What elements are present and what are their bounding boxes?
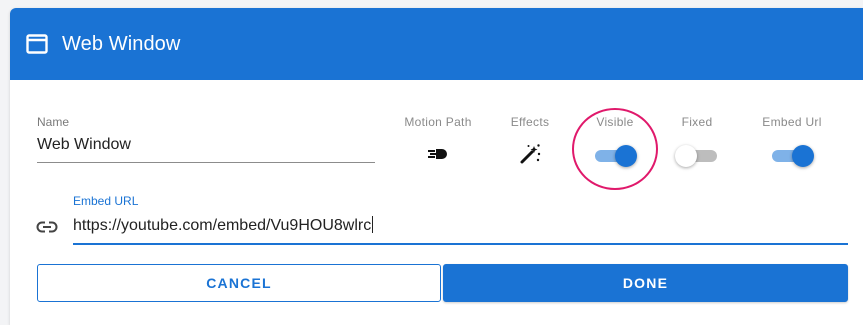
embed-url-label: Embed Url: [762, 115, 822, 129]
window-icon: [26, 34, 48, 54]
embed-url-input[interactable]: https://youtube.com/embed/Vu9HOU8wlrc: [73, 217, 371, 234]
motion-path-icon[interactable]: [427, 147, 449, 166]
link-icon: [36, 220, 58, 234]
text-caret: [372, 216, 374, 233]
embed-url-toggle-thumb[interactable]: [792, 145, 814, 167]
name-input[interactable]: Web Window: [37, 134, 375, 156]
effects-control[interactable]: Effects: [500, 115, 560, 167]
embed-url-control[interactable]: Embed Url: [750, 115, 834, 167]
fixed-control[interactable]: Fixed: [664, 115, 730, 167]
fixed-toggle[interactable]: [675, 145, 717, 167]
motion-path-control[interactable]: Motion Path: [390, 115, 486, 167]
web-window-dialog: Web Window Name Web Window Motion Path E…: [10, 8, 863, 325]
fixed-toggle-thumb[interactable]: [675, 145, 697, 167]
done-button[interactable]: DONE: [443, 264, 848, 302]
dialog-title: Web Window: [62, 32, 181, 55]
name-label: Name: [37, 115, 70, 129]
cancel-button[interactable]: CANCEL: [37, 264, 441, 302]
visible-control[interactable]: Visible: [580, 115, 650, 167]
motion-path-label: Motion Path: [404, 115, 472, 129]
visible-toggle[interactable]: [595, 145, 637, 167]
dialog-header: Web Window: [10, 8, 863, 80]
visible-label: Visible: [596, 115, 634, 129]
fixed-label: Fixed: [681, 115, 713, 129]
visible-toggle-thumb[interactable]: [615, 145, 637, 167]
name-underline: [37, 162, 375, 163]
embed-url-field-label: Embed URL: [73, 194, 139, 208]
name-field[interactable]: Name Web Window: [37, 115, 375, 163]
effects-label: Effects: [510, 115, 550, 129]
embed-url-toggle[interactable]: [772, 145, 814, 167]
magic-wand-icon[interactable]: [519, 143, 541, 170]
embed-url-underline: [73, 243, 848, 245]
embed-url-input-row[interactable]: https://youtube.com/embed/Vu9HOU8wlrc: [73, 215, 848, 237]
